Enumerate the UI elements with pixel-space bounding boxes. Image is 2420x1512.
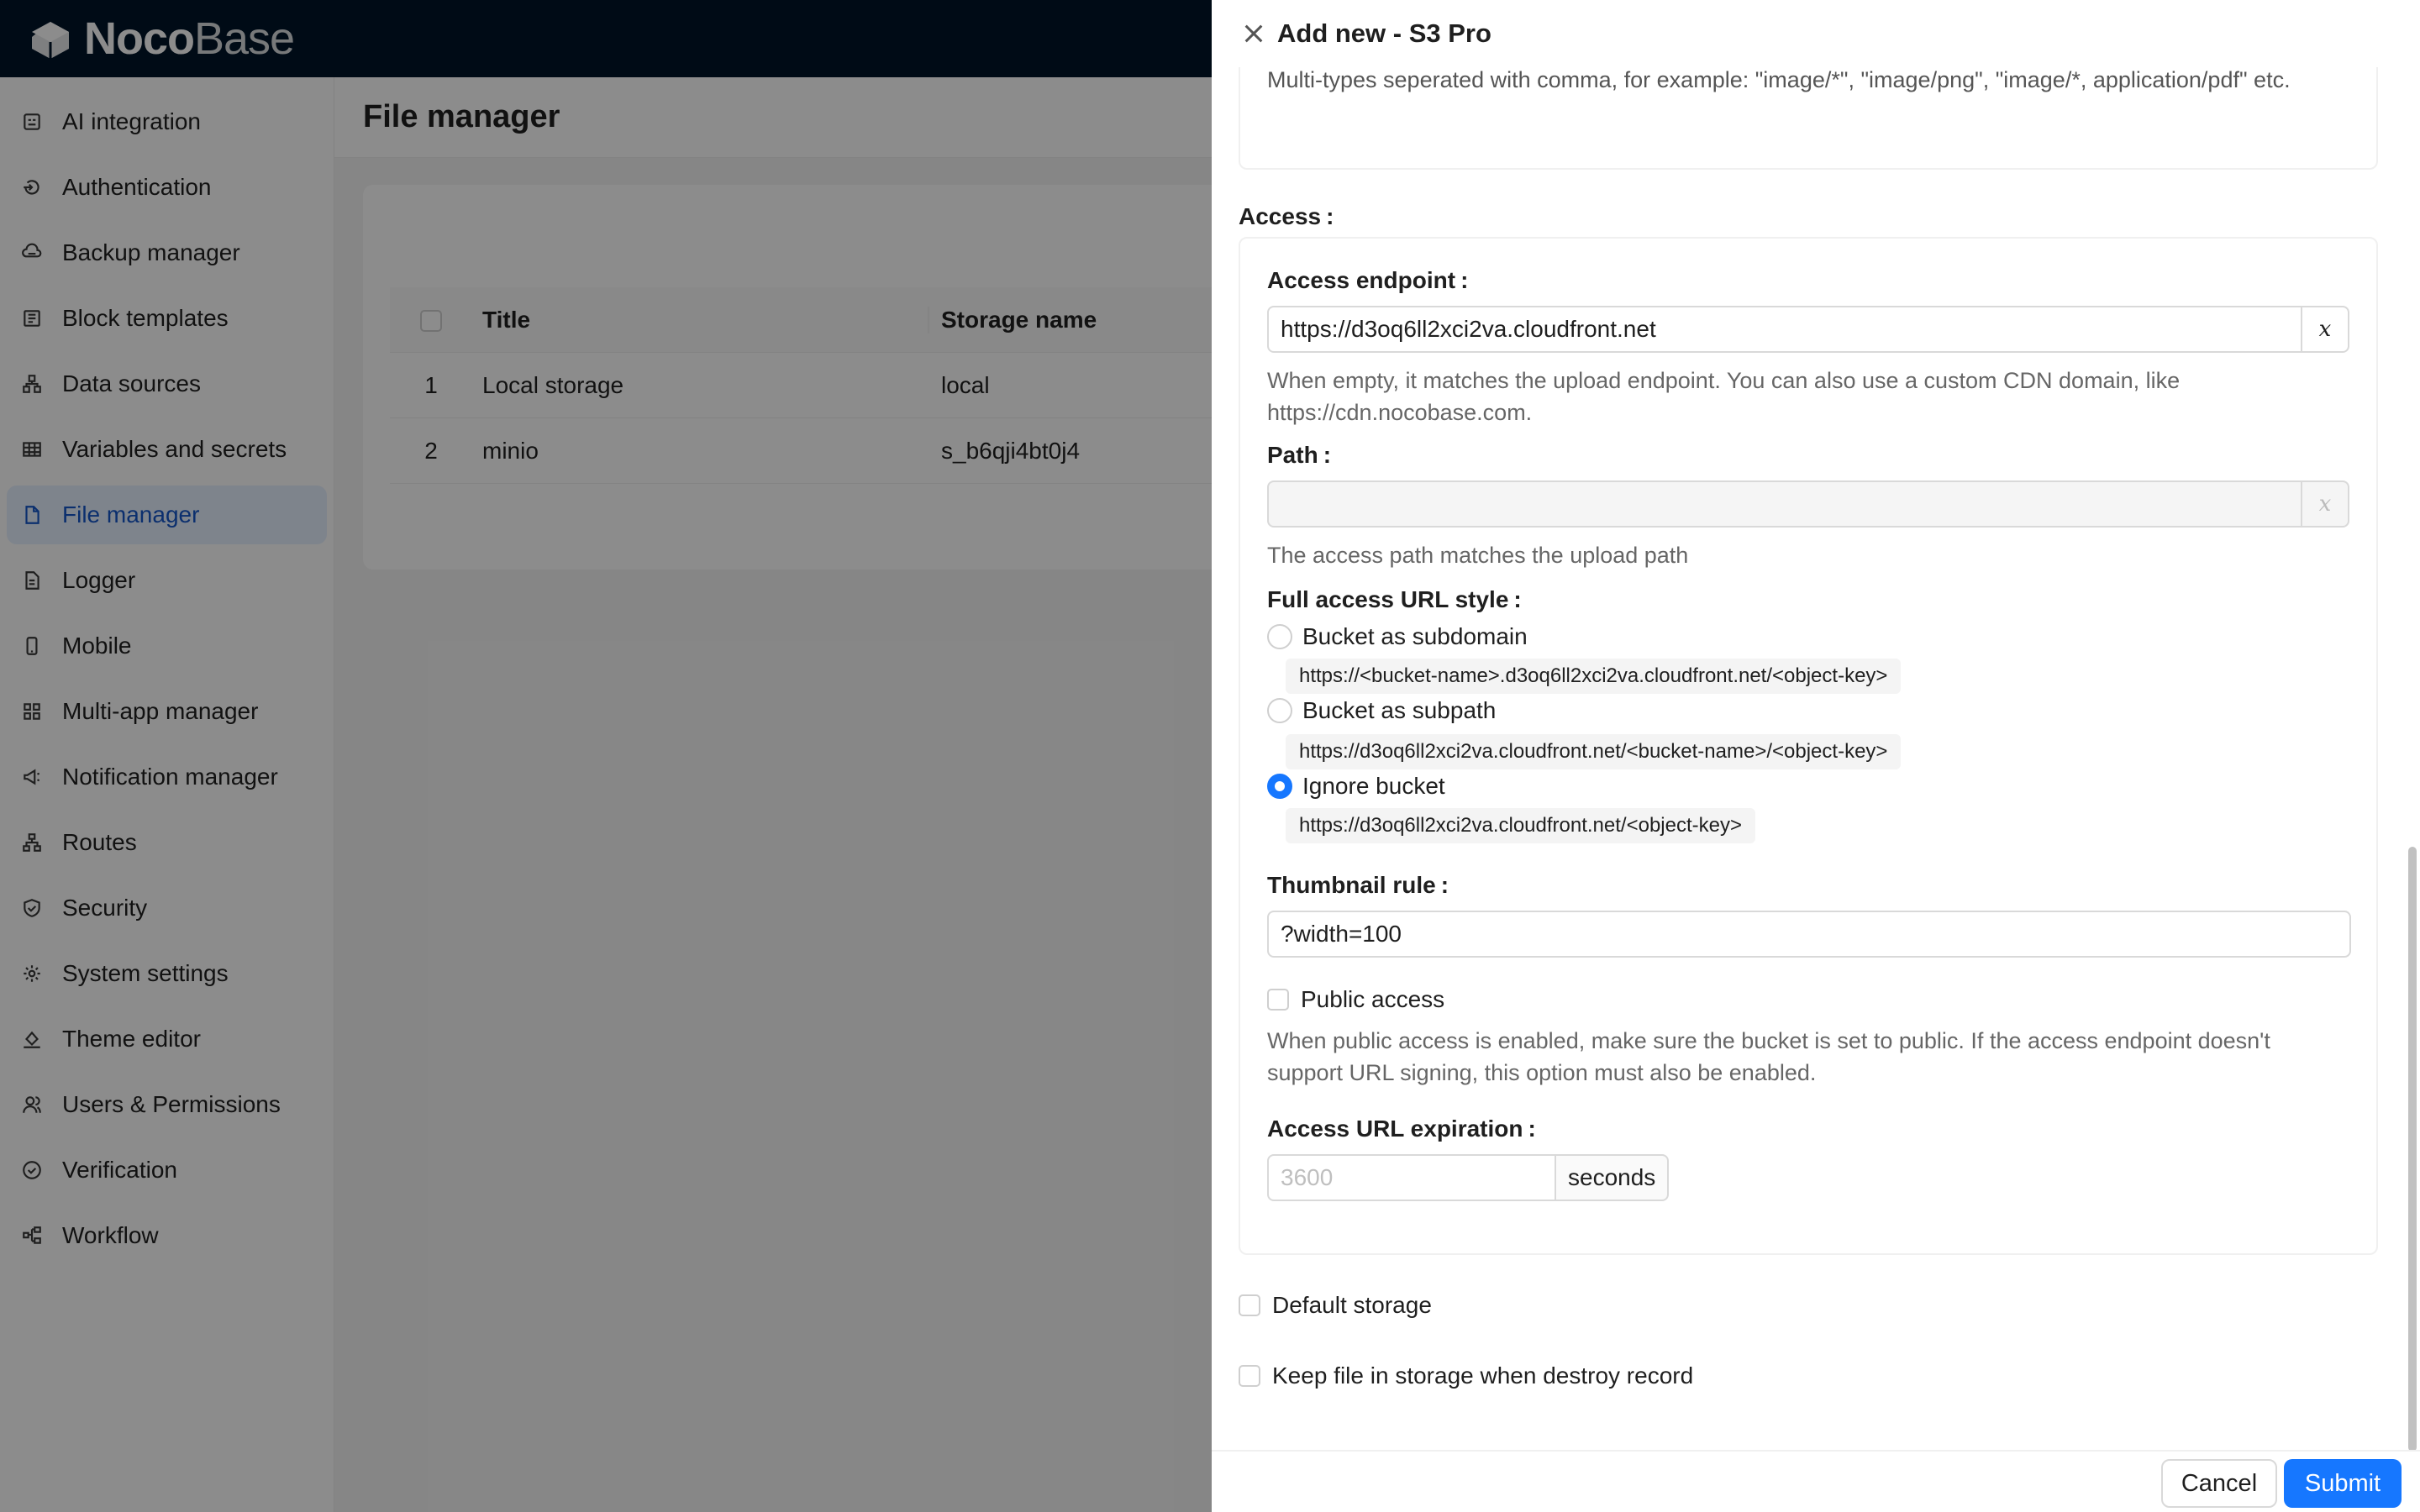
access-endpoint-label: Access endpoint: xyxy=(1267,267,1468,294)
cancel-button[interactable]: Cancel xyxy=(2161,1459,2277,1508)
url-style-label: Full access URL style: xyxy=(1267,586,1522,613)
label-colon: : xyxy=(1440,872,1449,898)
drawer-body[interactable]: Multi-types seperated with comma, for ex… xyxy=(1212,67,2420,1449)
radio-label: Bucket as subpath xyxy=(1302,697,1497,723)
access-endpoint-variable-button[interactable]: x xyxy=(2301,306,2349,353)
path-variable-button[interactable]: x xyxy=(2301,480,2349,528)
public-access-help: When public access is enabled, make sure… xyxy=(1267,1028,2270,1085)
radio-bucket-as-subpath[interactable]: Bucket as subpath xyxy=(1267,697,1496,724)
radio-label: Ignore bucket xyxy=(1302,773,1445,799)
drawer-scrollbar[interactable] xyxy=(2408,847,2417,1452)
submit-button[interactable]: Submit xyxy=(2284,1459,2402,1508)
access-endpoint-input[interactable]: https://d3oq6ll2xci2va.cloudfront.net xyxy=(1267,306,2302,353)
radio-bucket-as-subdomain[interactable]: Bucket as subdomain xyxy=(1267,623,1528,650)
public-access-checkbox-row[interactable]: Public access xyxy=(1267,986,1444,1013)
label-colon: : xyxy=(1528,1116,1536,1142)
label-colon: : xyxy=(1326,203,1334,229)
thumbnail-rule-label-text: Thumbnail rule xyxy=(1267,872,1436,898)
access-label-text: Access xyxy=(1239,203,1322,229)
mime-types-card: Multi-types seperated with comma, for ex… xyxy=(1239,67,2378,170)
access-endpoint-label-text: Access endpoint xyxy=(1267,267,1456,293)
url-expiration-label-text: Access URL expiration xyxy=(1267,1116,1523,1142)
public-access-checkbox[interactable] xyxy=(1267,989,1289,1011)
access-card: Access endpoint: https://d3oq6ll2xci2va.… xyxy=(1239,237,2378,1255)
add-storage-drawer: Add new - S3 Pro Multi-types seperated w… xyxy=(1212,0,2420,1512)
default-storage-checkbox-row[interactable]: Default storage xyxy=(1239,1292,1432,1319)
path-input[interactable] xyxy=(1267,480,2302,528)
default-storage-label: Default storage xyxy=(1272,1292,1432,1318)
radio-label: Bucket as subdomain xyxy=(1302,623,1528,649)
url-expiration-label: Access URL expiration: xyxy=(1267,1116,1536,1142)
radio-circle-checked[interactable] xyxy=(1267,774,1292,799)
radio-ignore-bucket[interactable]: Ignore bucket xyxy=(1267,773,1445,800)
thumbnail-rule-label: Thumbnail rule: xyxy=(1267,872,1449,899)
drawer-footer: Cancel Submit xyxy=(1212,1450,2420,1512)
url-example: https://<bucket-name>.d3oq6ll2xci2va.clo… xyxy=(1286,659,1902,694)
access-endpoint-help: When empty, it matches the upload endpoi… xyxy=(1267,368,2181,425)
label-colon: : xyxy=(1513,586,1522,612)
url-expiration-unit: seconds xyxy=(1556,1154,1670,1201)
url-example: https://d3oq6ll2xci2va.cloudfront.net/<o… xyxy=(1286,808,1755,843)
radio-circle[interactable] xyxy=(1267,624,1292,649)
public-access-label: Public access xyxy=(1301,986,1445,1012)
path-label-text: Path xyxy=(1267,442,1318,468)
label-colon: : xyxy=(1460,267,1469,293)
url-expiration-input[interactable]: 3600 xyxy=(1267,1154,1556,1201)
keep-file-checkbox-row[interactable]: Keep file in storage when destroy record xyxy=(1239,1362,1693,1389)
radio-circle[interactable] xyxy=(1267,698,1292,723)
mime-types-help: Multi-types seperated with comma, for ex… xyxy=(1267,67,2291,92)
drawer-header: Add new - S3 Pro xyxy=(1212,0,2420,67)
access-section-label: Access: xyxy=(1239,203,1334,230)
thumbnail-rule-input[interactable]: ?width=100 xyxy=(1267,911,2351,958)
keep-file-checkbox[interactable] xyxy=(1239,1365,1260,1387)
drawer-mask[interactable] xyxy=(0,0,1212,1512)
keep-file-label: Keep file in storage when destroy record xyxy=(1272,1362,1694,1389)
drawer-title: Add new - S3 Pro xyxy=(1277,18,1491,48)
close-icon xyxy=(1244,24,1263,43)
path-help: The access path matches the upload path xyxy=(1267,543,1689,568)
path-label: Path: xyxy=(1267,442,1331,469)
url-example: https://d3oq6ll2xci2va.cloudfront.net/<b… xyxy=(1286,734,1902,769)
label-colon: : xyxy=(1323,442,1332,468)
url-style-label-text: Full access URL style xyxy=(1267,586,1509,612)
close-button[interactable] xyxy=(1237,17,1270,50)
default-storage-checkbox[interactable] xyxy=(1239,1294,1260,1316)
